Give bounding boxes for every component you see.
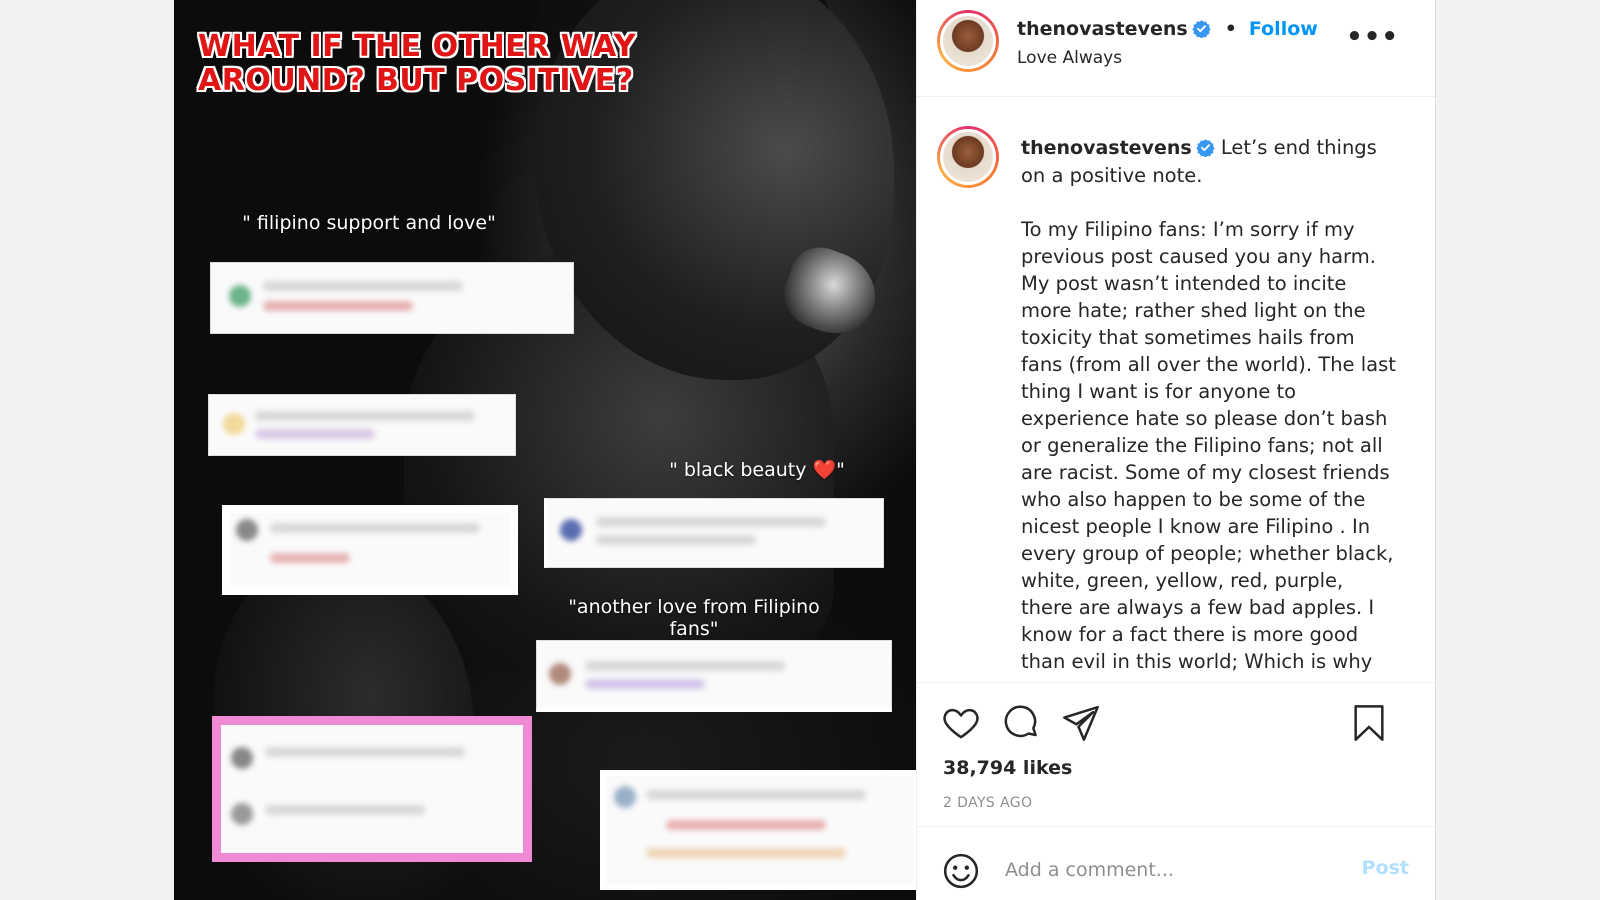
caption-avatar[interactable] <box>937 126 999 188</box>
image-caption-black-beauty-text: " black beauty <box>669 459 807 481</box>
post-header: thenovastevens • Follow Love Always ••• <box>917 0 1435 97</box>
verified-badge-icon <box>1191 20 1211 38</box>
caption-first-paragraph: thenovastevens Let’s end things on a pos… <box>1021 134 1396 189</box>
blurred-text-line <box>265 747 465 757</box>
action-bar: 38,794 likes 2 DAYS AGO <box>917 682 1435 822</box>
share-icon[interactable] <box>1061 703 1101 743</box>
blurred-avatar <box>614 786 636 808</box>
post-comment-button[interactable]: Post <box>1362 857 1409 879</box>
header-user-line: thenovastevens • Follow <box>1017 18 1318 40</box>
blurred-comment-screenshot <box>600 770 916 890</box>
image-caption-another-love: "another love from Filipino fans" <box>568 596 820 640</box>
blurred-text-line <box>270 553 350 563</box>
blurred-avatar <box>231 747 253 769</box>
blurred-text-line <box>666 820 826 830</box>
likes-count[interactable]: 38,794 likes <box>943 757 1072 779</box>
heart-icon[interactable] <box>941 703 981 743</box>
blurred-comment-screenshot <box>544 498 884 568</box>
comment-icon[interactable] <box>1001 703 1041 743</box>
blurred-avatar <box>560 519 582 541</box>
follow-button[interactable]: Follow <box>1249 18 1318 40</box>
heart-emoji-icon: ❤️ <box>812 459 837 481</box>
blurred-text-line <box>585 679 705 689</box>
highlighted-blurred-comment-screenshot <box>212 716 532 862</box>
avatar-image <box>940 13 996 69</box>
caption-username[interactable]: thenovastevens <box>1021 137 1192 159</box>
blurred-avatar <box>549 663 571 685</box>
blurred-text-line <box>646 790 866 800</box>
image-caption-support: " filipino support and love" <box>242 212 496 234</box>
blurred-text-line <box>596 517 826 527</box>
blurred-text-line <box>585 661 785 671</box>
image-caption-black-beauty: " black beauty ❤️" <box>652 459 862 481</box>
comment-bar: Post <box>917 826 1435 900</box>
verified-badge-icon <box>1195 139 1215 157</box>
blurred-text-line <box>263 281 463 291</box>
avatar[interactable] <box>937 10 999 72</box>
blurred-text-line <box>646 848 846 858</box>
blurred-text-line <box>255 411 475 421</box>
more-options-icon[interactable]: ••• <box>1346 24 1399 50</box>
blurred-comment-screenshot <box>222 505 518 595</box>
blurred-comment-screenshot <box>208 394 516 456</box>
post-caption: thenovastevens Let’s end things on a pos… <box>1021 134 1396 676</box>
bookmark-icon[interactable] <box>1349 703 1389 743</box>
post-timestamp[interactable]: 2 DAYS AGO <box>943 795 1032 811</box>
blurred-avatar <box>223 413 245 435</box>
blurred-text-line <box>596 535 756 545</box>
blurred-text-line <box>263 301 413 311</box>
caption-body: To my Filipino fans: I’m sorry if my pre… <box>1021 218 1396 673</box>
blurred-avatar <box>229 285 251 307</box>
blurred-avatar <box>231 803 253 825</box>
blurred-text-line <box>255 429 375 439</box>
emoji-icon[interactable] <box>941 851 981 891</box>
blurred-comment-screenshot <box>210 262 574 334</box>
post-detail-panel: thenovastevens • Follow Love Always ••• … <box>916 0 1436 900</box>
blurred-comment-screenshot <box>536 640 892 712</box>
post-image[interactable]: WHAT IF THE OTHER WAY AROUND? BUT POSITI… <box>174 0 916 900</box>
blurred-avatar <box>236 519 258 541</box>
image-caption-black-beauty-quote: " <box>836 459 845 481</box>
avatar-image <box>940 129 996 185</box>
blurred-text-line <box>270 523 480 533</box>
header-username[interactable]: thenovastevens <box>1017 18 1188 40</box>
blurred-text-line <box>265 805 425 815</box>
separator-dot: • <box>1224 18 1237 40</box>
post-location[interactable]: Love Always <box>1017 48 1122 68</box>
comment-input[interactable] <box>1005 853 1335 887</box>
image-headline: WHAT IF THE OTHER WAY AROUND? BUT POSITI… <box>198 29 637 98</box>
